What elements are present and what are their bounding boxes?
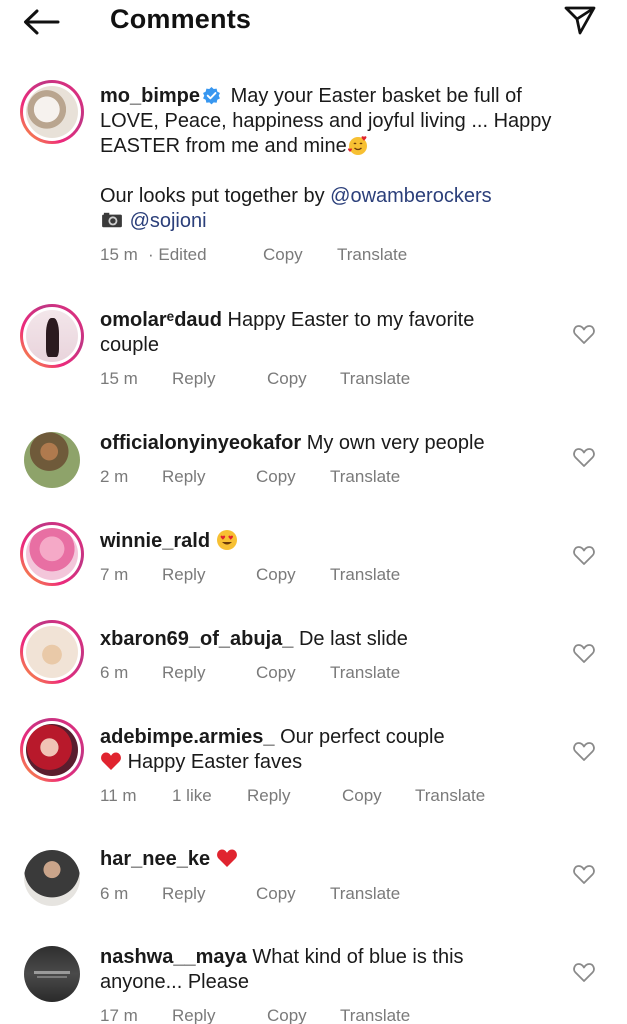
copy-button[interactable]: Copy	[263, 245, 303, 265]
heart-outline-icon[interactable]	[572, 740, 596, 762]
comment-username[interactable]: adebimpe.armies_	[100, 726, 275, 748]
comment-text: officialonyinyeokafor My own very people	[100, 431, 570, 456]
comment-time: 17 m	[100, 1006, 138, 1024]
reply-button[interactable]: Reply	[247, 786, 290, 806]
heart-outline-icon[interactable]	[572, 961, 596, 983]
copy-button[interactable]: Copy	[267, 1006, 307, 1024]
comment-text: har_nee_ke	[100, 847, 570, 872]
avatar[interactable]	[20, 620, 84, 684]
page-title: Comments	[110, 4, 252, 34]
mention-link[interactable]: @owamberockers	[330, 185, 491, 207]
copy-button[interactable]: Copy	[342, 786, 382, 806]
translate-button[interactable]: Translate	[340, 369, 410, 389]
share-button[interactable]	[563, 4, 597, 36]
likes-count[interactable]: 1 like	[172, 786, 212, 806]
avatar[interactable]	[20, 718, 84, 782]
heart-eyes-emoji	[216, 530, 237, 550]
caption-line: LOVE, Peace, happiness and joyful living…	[100, 110, 552, 132]
comment-body: De last slide	[298, 628, 408, 650]
heart-outline-icon[interactable]	[572, 544, 596, 566]
comment-username[interactable]: har_nee_ke	[100, 848, 210, 870]
camera-icon	[102, 212, 122, 228]
header-bar: Comments	[0, 0, 627, 44]
edited-label: · Edited	[148, 245, 207, 264]
comment-text: xbaron69_of_abuja_ De last slide	[100, 627, 570, 652]
reply-button[interactable]: Reply	[172, 1006, 215, 1024]
reply-button[interactable]: Reply	[162, 467, 205, 487]
avatar[interactable]	[24, 850, 80, 906]
comment-body: Happy Easter faves	[127, 751, 303, 773]
send-icon	[564, 6, 596, 35]
translate-button[interactable]: Translate	[330, 467, 400, 487]
copy-button[interactable]: Copy	[256, 467, 296, 487]
reply-button[interactable]: Reply	[162, 565, 205, 585]
translate-button[interactable]: Translate	[340, 1006, 410, 1024]
comment-time: 6 m	[100, 884, 129, 903]
avatar[interactable]	[20, 80, 84, 144]
comment-username[interactable]: omolarᵉdaud	[100, 309, 222, 331]
copy-button[interactable]: Copy	[256, 663, 296, 683]
comment-time: 6 m	[100, 663, 129, 682]
red-heart-emoji	[216, 849, 237, 867]
comment-username[interactable]: xbaron69_of_abuja_	[100, 628, 293, 650]
comment-time: 15 m	[100, 369, 138, 388]
comment-text: nashwa__maya What kind of blue is this a…	[100, 945, 570, 995]
heart-outline-icon[interactable]	[572, 642, 596, 664]
copy-button[interactable]: Copy	[256, 884, 296, 904]
heart-outline-icon[interactable]	[572, 323, 596, 345]
avatar[interactable]	[24, 946, 80, 1002]
reply-button[interactable]: Reply	[162, 884, 205, 904]
red-heart-emoji	[101, 752, 121, 770]
comment-time: 2 m	[100, 467, 129, 486]
caption-line: May your Easter basket be full of	[230, 85, 522, 107]
avatar[interactable]	[20, 522, 84, 586]
translate-button[interactable]: Translate	[337, 245, 407, 265]
comment-body: Happy Easter to my favorite	[227, 309, 475, 331]
translate-button[interactable]: Translate	[415, 786, 485, 806]
comment-time: 7 m	[100, 565, 129, 584]
verified-badge-icon	[203, 86, 220, 105]
mention-link[interactable]: @sojioni	[130, 210, 207, 232]
back-button[interactable]	[22, 6, 64, 38]
comment-body: What kind of blue is this	[252, 946, 464, 968]
reply-button[interactable]: Reply	[162, 663, 205, 683]
caption-line: EASTER from me and mine	[100, 135, 347, 157]
translate-button[interactable]: Translate	[330, 663, 400, 683]
comment-text: adebimpe.armies_ Our perfect couple Happ…	[100, 725, 570, 775]
comment-body: anyone... Please	[100, 971, 249, 993]
comment-time: 15 m	[100, 245, 138, 264]
comment-body: My own very people	[306, 432, 485, 454]
comment-text: winnie_rald	[100, 529, 570, 554]
avatar[interactable]	[24, 432, 80, 488]
caption-line: Our looks put together by	[100, 185, 331, 207]
copy-button[interactable]: Copy	[267, 369, 307, 389]
avatar[interactable]	[20, 304, 84, 368]
reply-button[interactable]: Reply	[172, 369, 215, 389]
smiling-hearts-emoji	[347, 136, 367, 155]
comment-body: couple	[100, 334, 159, 356]
translate-button[interactable]: Translate	[330, 565, 400, 585]
translate-button[interactable]: Translate	[330, 884, 400, 904]
comment-text: omolarᵉdaud Happy Easter to my favorite …	[100, 308, 570, 358]
heart-outline-icon[interactable]	[572, 863, 596, 885]
back-arrow-icon	[24, 9, 60, 35]
heart-outline-icon[interactable]	[572, 446, 596, 468]
comment-username[interactable]: officialonyinyeokafor	[100, 432, 301, 454]
comment-username[interactable]: winnie_rald	[100, 530, 210, 552]
comment-body: Our perfect couple	[280, 726, 445, 748]
comment-username[interactable]: nashwa__maya	[100, 946, 247, 968]
caption-text: mo_bimpe May your Easter basket be full …	[100, 84, 585, 234]
copy-button[interactable]: Copy	[256, 565, 296, 585]
comment-username[interactable]: mo_bimpe	[100, 85, 200, 107]
comment-time: 11 m	[100, 786, 137, 805]
